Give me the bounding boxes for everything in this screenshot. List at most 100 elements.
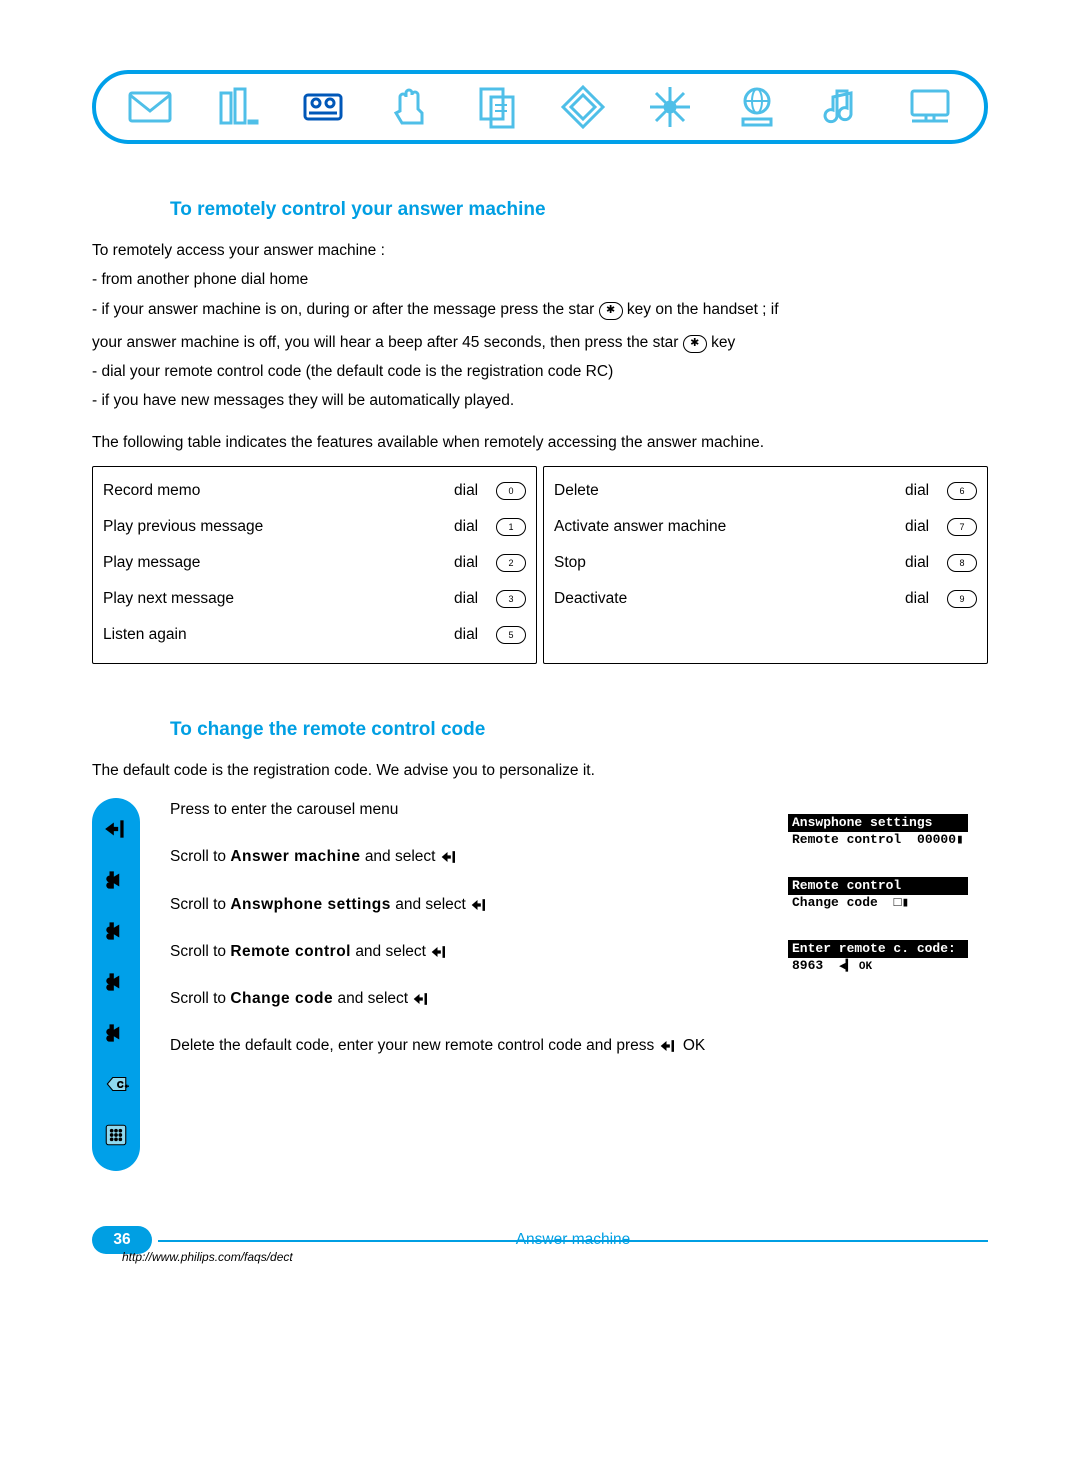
key-oval: 7 — [947, 518, 977, 536]
feature-label: Stop — [554, 554, 905, 572]
star-key-icon: ✱ — [599, 302, 623, 320]
delete-c-icon: C← — [103, 1071, 129, 1102]
key-oval: 3 — [496, 590, 526, 608]
section-heading-remote-control: To remotely control your answer machine — [170, 199, 988, 221]
key-oval: 0 — [496, 482, 526, 500]
step-2-text: Scroll to Answer machine and select — [170, 845, 758, 868]
lcd-column: Answphone settings Remote control 00000▮… — [788, 798, 988, 974]
star-key-icon: ✱ — [683, 335, 707, 353]
features-right-col: Delete dial 6 Activate answer machine di… — [543, 466, 988, 664]
text-fragment: - if your answer machine is on, during o… — [92, 301, 599, 318]
key-oval: 2 — [496, 554, 526, 572]
text-fragment: Scroll to — [170, 896, 230, 913]
features-table: Record memo dial 0 Play previous message… — [92, 466, 988, 664]
ok-label: OK — [683, 1037, 705, 1054]
hand-icon — [386, 83, 434, 131]
enter-glyph-icon — [430, 943, 450, 960]
scroll-icon — [103, 969, 129, 1000]
menu-name: Answphone settings — [230, 896, 391, 913]
dial-word: dial — [905, 590, 947, 608]
feature-row: Listen again dial 5 — [103, 617, 526, 653]
step-icon-pill: C← — [92, 798, 140, 1171]
scroll-icon — [103, 1020, 129, 1051]
key-oval: 1 — [496, 518, 526, 536]
dial-word: dial — [905, 518, 947, 536]
menu-name: Remote control — [230, 943, 351, 960]
key-oval: 6 — [947, 482, 977, 500]
feature-label: Play message — [103, 554, 454, 572]
enter-arrow-icon — [103, 816, 129, 847]
feature-label: Listen again — [103, 626, 454, 644]
enter-glyph-icon — [659, 1037, 679, 1054]
star-burst-icon — [646, 83, 694, 131]
feature-label: Deactivate — [554, 590, 905, 608]
feature-label: Record memo — [103, 482, 454, 500]
footer-url: http://www.philips.com/faqs/dect — [122, 1250, 988, 1264]
feature-row: Deactivate dial 9 — [554, 581, 977, 617]
intro-line: To remotely access your answer machine : — [92, 239, 988, 262]
menu-name: Answer machine — [230, 848, 360, 865]
step-1-text: Press to enter the carousel menu — [170, 798, 758, 821]
keypad-icon — [103, 1122, 129, 1153]
key-oval: 5 — [496, 626, 526, 644]
text-fragment: and select — [395, 896, 470, 913]
dial-word: dial — [454, 626, 496, 644]
lcd-title: Enter remote c. code: — [788, 940, 968, 958]
globe-hand-icon — [733, 83, 781, 131]
towers-icon — [213, 83, 261, 131]
diamond-icon — [559, 83, 607, 131]
footer-title: Answer machine — [158, 1231, 988, 1249]
feature-row: Play next message dial 3 — [103, 581, 526, 617]
lcd-title: Answphone settings — [788, 814, 968, 832]
bullet-autoplay: - if you have new messages they will be … — [92, 389, 988, 412]
tape-icon — [299, 83, 347, 131]
step-4-text: Scroll to Remote control and select — [170, 940, 758, 963]
text-fragment: Scroll to — [170, 990, 230, 1007]
feature-row: Stop dial 8 — [554, 545, 977, 581]
enter-glyph-icon — [440, 848, 460, 865]
enter-glyph-icon — [470, 896, 490, 913]
bullet-machine-on: - if your answer machine is on, during o… — [92, 298, 988, 321]
step-5-text: Scroll to Change code and select — [170, 987, 758, 1010]
dial-word: dial — [454, 554, 496, 572]
text-fragment: and select — [337, 990, 412, 1007]
key-oval: 8 — [947, 554, 977, 572]
menu-name: Change code — [230, 990, 333, 1007]
enter-glyph-icon — [412, 990, 432, 1007]
feature-label: Play previous message — [103, 518, 454, 536]
lcd-line: 00000▮ — [913, 831, 968, 848]
text-fragment: and select — [365, 848, 440, 865]
text-fragment: and select — [355, 943, 430, 960]
step-3-text: Scroll to Answphone settings and select — [170, 893, 758, 916]
svg-text:C←: C← — [117, 1079, 129, 1089]
top-icon-bar — [92, 70, 988, 144]
features-left-col: Record memo dial 0 Play previous message… — [92, 466, 537, 664]
bullet-from-phone: - from another phone dial home — [92, 268, 988, 291]
feature-label: Delete — [554, 482, 905, 500]
lcd-line: 8963 — [788, 957, 827, 974]
dial-word: dial — [905, 482, 947, 500]
section-heading-change-code: To change the remote control code — [170, 719, 988, 741]
dial-word: dial — [454, 482, 496, 500]
text-fragment: key — [711, 334, 735, 351]
dial-word: dial — [454, 590, 496, 608]
page-footer: 36 Answer machine http://www.philips.com… — [92, 1225, 988, 1264]
key-oval: 9 — [947, 590, 977, 608]
lcd-title: Remote control — [788, 877, 968, 895]
lcd-screenshot-2: Remote control Change code □▮ — [788, 877, 968, 910]
envelope-icon — [126, 83, 174, 131]
text-fragment: key on the handset ; if — [627, 301, 779, 318]
text-fragment: Scroll to — [170, 943, 230, 960]
text-fragment: Scroll to — [170, 848, 230, 865]
feature-row: Play message dial 2 — [103, 545, 526, 581]
table-description: The following table indicates the featur… — [92, 431, 988, 454]
feature-row: Record memo dial 0 — [103, 473, 526, 509]
dial-word: dial — [905, 554, 947, 572]
bullet-machine-off: your answer machine is off, you will hea… — [92, 331, 988, 354]
lcd-screenshot-3: Enter remote c. code: 8963 ◀▍ OK — [788, 940, 968, 974]
dial-word: dial — [454, 518, 496, 536]
scroll-icon — [103, 867, 129, 898]
text-fragment: Delete the default code, enter your new … — [170, 1037, 659, 1054]
lcd-line: ◀▍ OK — [835, 960, 876, 974]
feature-label: Activate answer machine — [554, 518, 905, 536]
